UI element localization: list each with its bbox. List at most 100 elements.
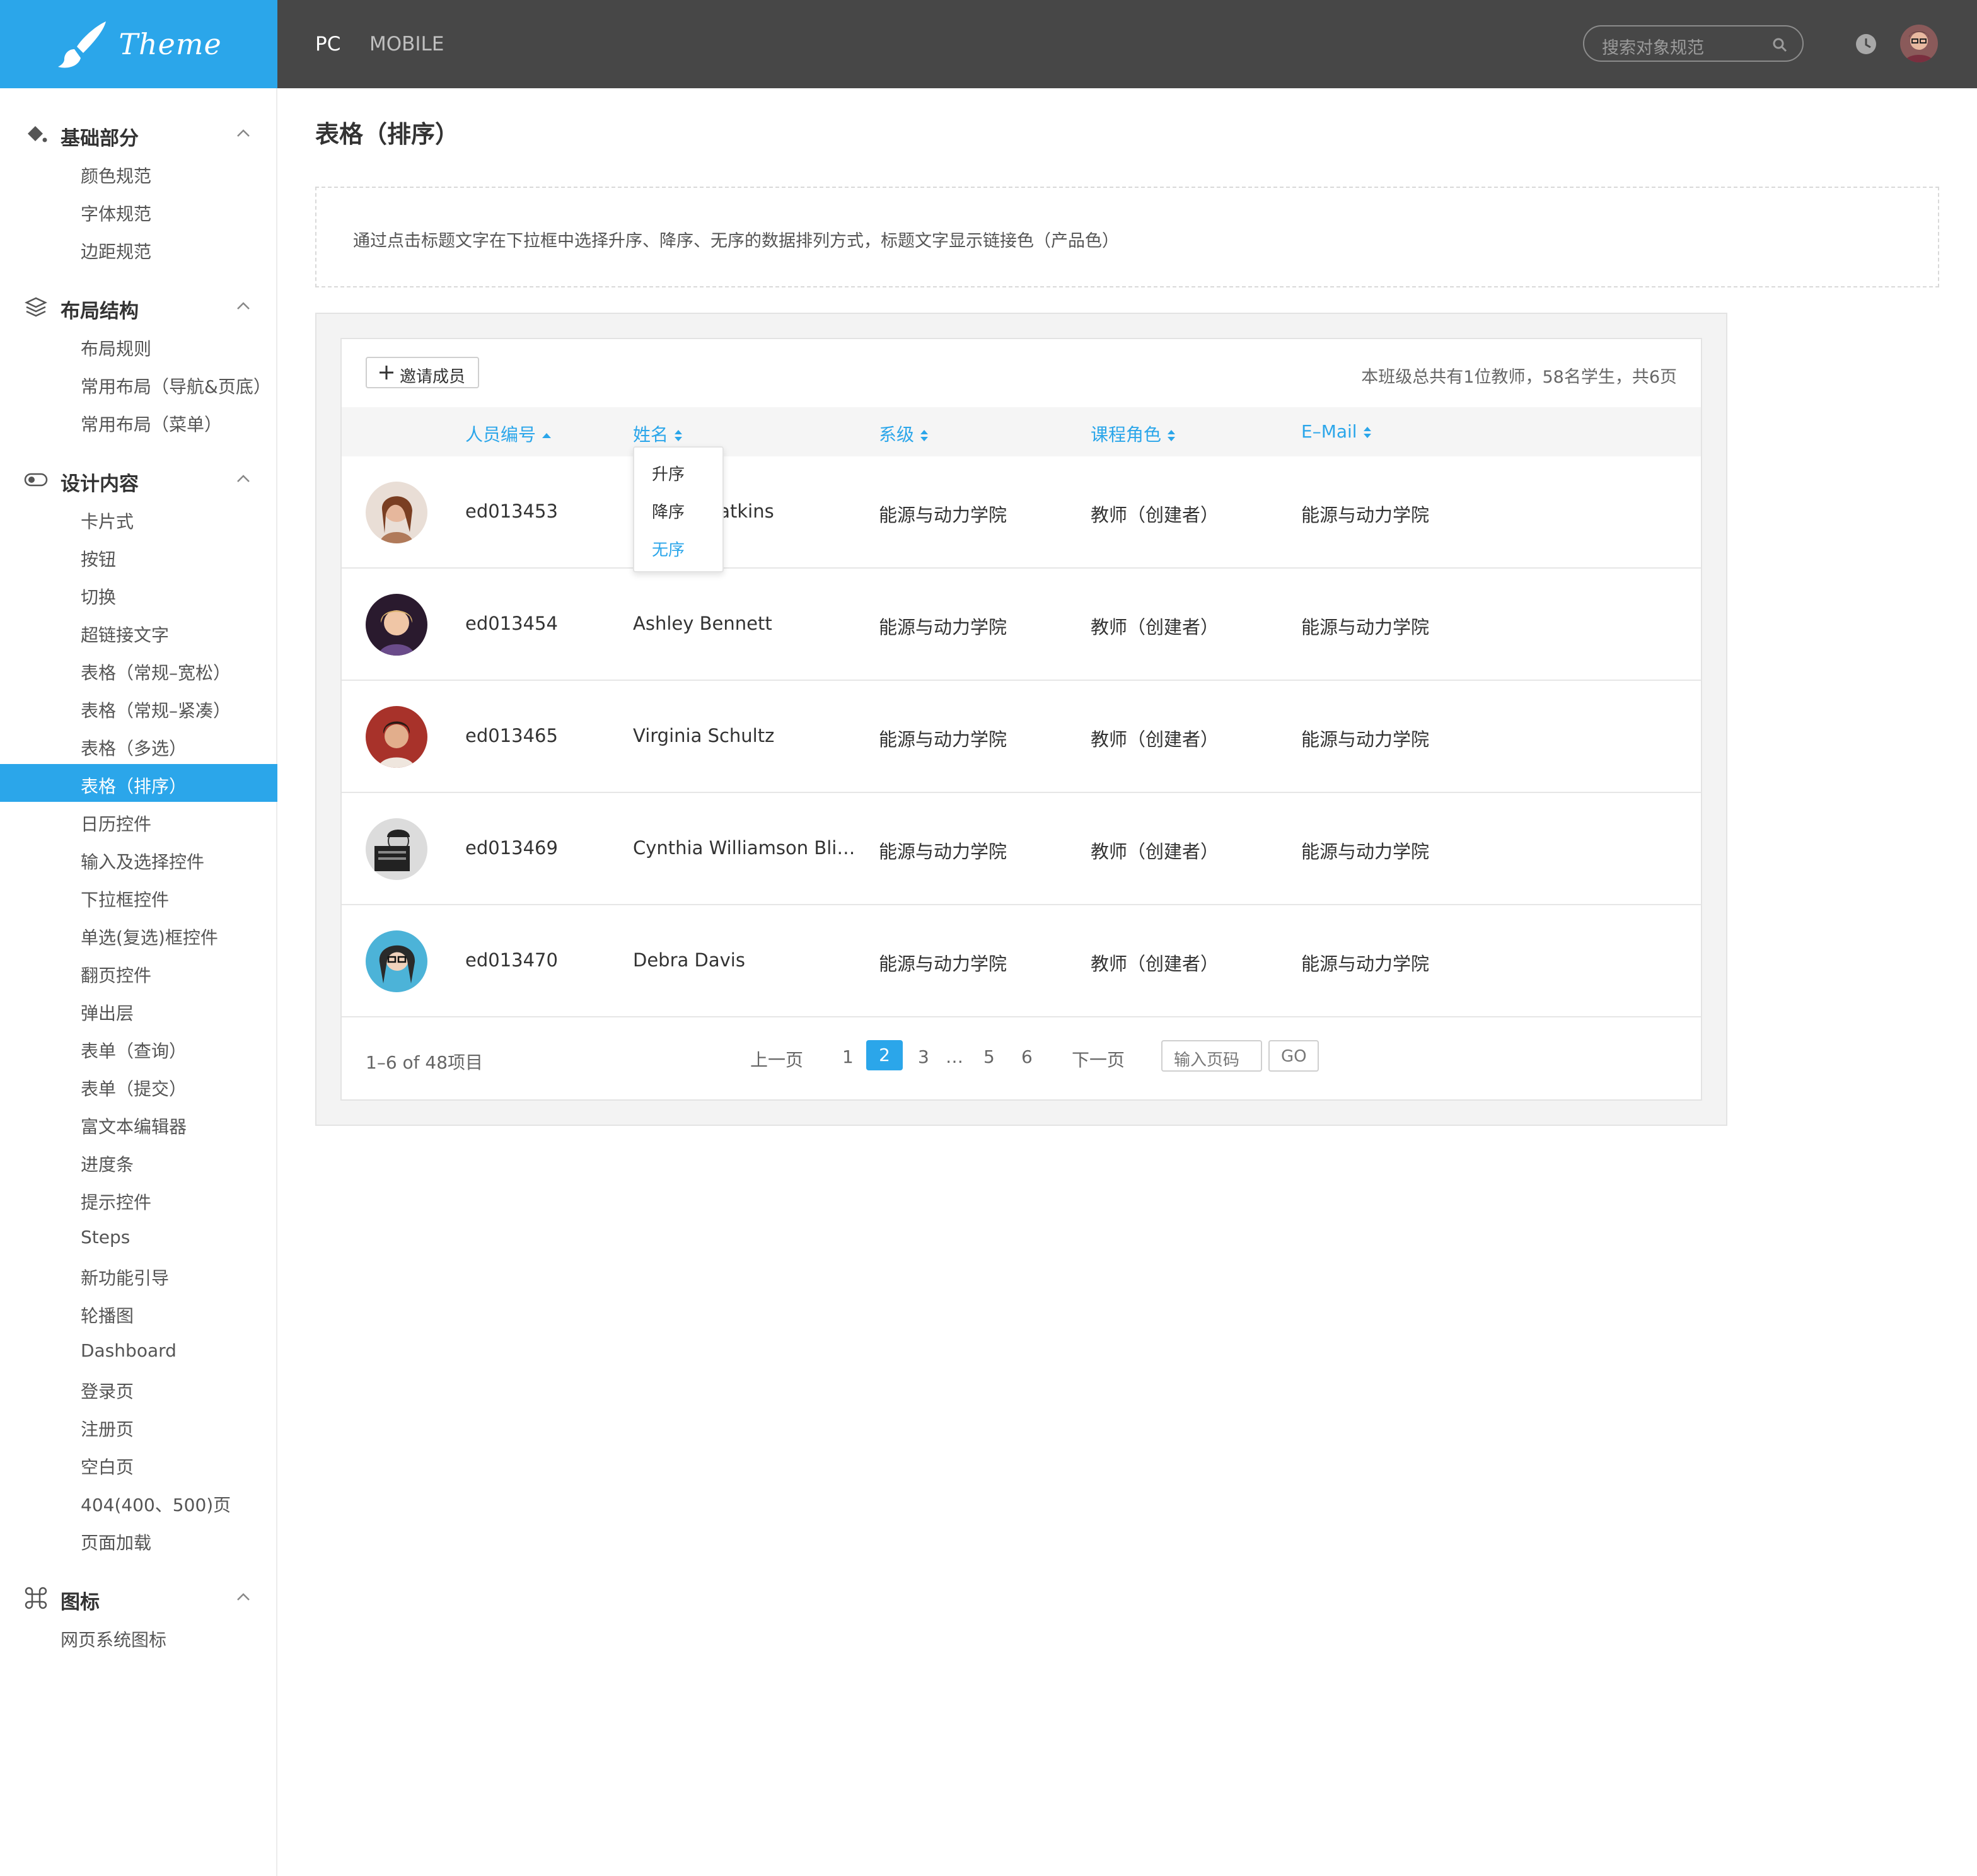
sidebar-group-design[interactable]: 设计内容 (0, 460, 277, 498)
sidebar-item-steps[interactable]: Steps (0, 1218, 277, 1256)
invite-label: 邀请成员 (400, 368, 466, 386)
sidebar-item-input[interactable]: 输入及选择控件 (0, 840, 277, 877)
cell-dept: 能源与动力学院 (879, 953, 1007, 975)
sort-icon[interactable] (1166, 428, 1176, 443)
table-row[interactable]: ed013470 Debra Davis 能源与动力学院 教师（创建者） 能源与… (342, 905, 1701, 1017)
sidebar-group-basics[interactable]: 基础部分 (0, 115, 277, 153)
sidebar-item-pagination[interactable]: 翻页控件 (0, 953, 277, 991)
go-button[interactable]: GO (1268, 1040, 1319, 1072)
sidebar-item-dashboard[interactable]: Dashboard (0, 1331, 277, 1369)
page-link-6[interactable]: 6 (1021, 1046, 1033, 1067)
search-input[interactable]: 搜索对象规范 (1583, 25, 1804, 62)
chevron-up-icon[interactable] (236, 472, 251, 487)
sidebar-item-tips[interactable]: 提示控件 (0, 1180, 277, 1218)
table-row[interactable]: ed013454 Ashley Bennett 能源与动力学院 教师（创建者） … (342, 569, 1701, 681)
sidebar-item-spacing[interactable]: 边距规范 (0, 229, 277, 267)
sidebar-item-empty[interactable]: 空白页 (0, 1445, 277, 1483)
sidebar-item-button[interactable]: 按钮 (0, 537, 277, 575)
page-link-1[interactable]: 1 (842, 1046, 854, 1067)
cell-role: 教师（创建者） (1091, 504, 1219, 526)
sidebar-item-label: 页面加载 (81, 1532, 152, 1553)
sidebar-item-radio-checkbox[interactable]: 单选(复选)框控件 (0, 915, 277, 953)
sort-option-descending[interactable]: 降序 (652, 499, 685, 523)
sidebar-group-title: 基础部分 (61, 127, 139, 150)
cell-id: ed013465 (465, 725, 558, 746)
sidebar-item-table-multiselect[interactable]: 表格（多选） (0, 726, 277, 764)
sidebar-item-card[interactable]: 卡片式 (0, 499, 277, 537)
logo[interactable]: Theme (0, 0, 277, 88)
sidebar-item-label: 卡片式 (81, 511, 134, 532)
chevron-up-icon[interactable] (236, 1590, 251, 1605)
sidebar-item-switch[interactable]: 切换 (0, 575, 277, 613)
sort-icon[interactable] (1362, 425, 1372, 440)
invite-member-button[interactable]: 邀请成员 (366, 357, 479, 388)
sidebar-item-onboarding[interactable]: 新功能引导 (0, 1256, 277, 1294)
table-row[interactable]: ed013469 Cynthia Williamson Bli… 能源与动力学院… (342, 793, 1701, 905)
tab-pc[interactable]: PC (315, 33, 340, 55)
sort-icon[interactable] (673, 428, 683, 443)
sidebar-item-form-query[interactable]: 表单（查询） (0, 1029, 277, 1067)
user-avatar[interactable] (1900, 25, 1938, 62)
tab-mobile[interactable]: MOBILE (369, 33, 444, 55)
page-link-3[interactable]: 3 (918, 1046, 929, 1067)
sidebar-item-colors[interactable]: 颜色规范 (0, 154, 277, 192)
column-header-dept[interactable]: 系级 (879, 421, 929, 446)
sidebar-item-table-compact[interactable]: 表格（常规–紧凑） (0, 688, 277, 726)
sidebar-item-label: 空白页 (81, 1457, 134, 1478)
sidebar-item-link-text[interactable]: 超链接文字 (0, 613, 277, 651)
column-header-email[interactable]: E–Mail (1301, 421, 1372, 442)
cell-email: 能源与动力学院 (1301, 729, 1430, 750)
prev-page-link[interactable]: 上一页 (750, 1046, 803, 1072)
sort-ascending-icon[interactable] (541, 431, 552, 440)
sidebar-item-table-loose[interactable]: 表格（常规–宽松） (0, 651, 277, 688)
sidebar-item-layout-menu[interactable]: 常用布局（菜单） (0, 402, 277, 440)
sidebar-item-label: 超链接文字 (81, 625, 170, 646)
sidebar-item-calendar[interactable]: 日历控件 (0, 802, 277, 840)
column-header-role[interactable]: 课程角色 (1091, 421, 1176, 446)
column-label: 课程角色 (1091, 424, 1162, 445)
sidebar-item-layout-rules[interactable]: 布局规则 (0, 327, 277, 364)
sidebar-item-progress[interactable]: 进度条 (0, 1142, 277, 1180)
sidebar-item-form-submit[interactable]: 表单（提交） (0, 1067, 277, 1104)
chevron-up-icon[interactable] (236, 126, 251, 141)
table-row[interactable]: ed013453 Harriet Watkins 能源与动力学院 教师（创建者）… (342, 456, 1701, 569)
sidebar-item-layout-nav[interactable]: 常用布局（导航&页底） (0, 364, 277, 402)
sidebar-group-icons[interactable]: 图标 (0, 1578, 277, 1616)
sidebar-item-page-loading[interactable]: 页面加载 (0, 1520, 277, 1558)
sidebar-item-label: 输入及选择控件 (81, 852, 205, 872)
sidebar-group-layout[interactable]: 布局结构 (0, 287, 277, 325)
next-page-link[interactable]: 下一页 (1072, 1046, 1125, 1072)
sidebar-item-label: 弹出层 (81, 1003, 134, 1024)
page-link-2-current[interactable]: 2 (866, 1040, 903, 1070)
toggle-icon (24, 473, 48, 487)
sidebar-item-dropdown[interactable]: 下拉框控件 (0, 877, 277, 915)
sidebar-item-label: 轮播图 (81, 1306, 134, 1326)
sidebar-item-login[interactable]: 登录页 (0, 1369, 277, 1407)
sidebar-item-label: 表单（查询） (81, 1041, 187, 1062)
sort-option-ascending[interactable]: 升序 (652, 461, 685, 485)
sidebar-item-label: 新功能引导 (81, 1268, 170, 1288)
column-header-id[interactable]: 人员编号 (465, 421, 552, 446)
table-row[interactable]: ed013465 Virginia Schultz 能源与动力学院 教师（创建者… (342, 681, 1701, 793)
page-link-5[interactable]: 5 (983, 1046, 995, 1067)
cell-name: Ashley Bennett (633, 613, 772, 634)
sidebar-item-label: 翻页控件 (81, 965, 152, 986)
clock-icon[interactable] (1855, 33, 1877, 55)
sidebar-item-fonts[interactable]: 字体规范 (0, 192, 277, 229)
sidebar-item-register[interactable]: 注册页 (0, 1407, 277, 1445)
chevron-up-icon[interactable] (236, 299, 251, 314)
search-icon[interactable] (1772, 37, 1787, 52)
sort-option-none[interactable]: 无序 (652, 537, 685, 560)
column-header-name[interactable]: 姓名 (633, 421, 683, 446)
sidebar-item-label: 表格（常规–宽松） (81, 663, 231, 683)
sidebar-item-error-page[interactable]: 404(400、500)页 (0, 1483, 277, 1520)
page-number-input[interactable]: 输入页码 (1161, 1040, 1262, 1072)
sidebar-item-carousel[interactable]: 轮播图 (0, 1294, 277, 1331)
sidebar-item-rich-text[interactable]: 富文本编辑器 (0, 1104, 277, 1142)
sidebar-item-system-icons[interactable]: 网页系统图标 (0, 1618, 277, 1655)
sort-icon[interactable] (919, 428, 929, 443)
avatar (366, 706, 427, 768)
sidebar-item-table-sort[interactable]: 表格（排序） (0, 764, 277, 802)
go-label: GO (1281, 1047, 1307, 1066)
sidebar-item-popup[interactable]: 弹出层 (0, 991, 277, 1029)
